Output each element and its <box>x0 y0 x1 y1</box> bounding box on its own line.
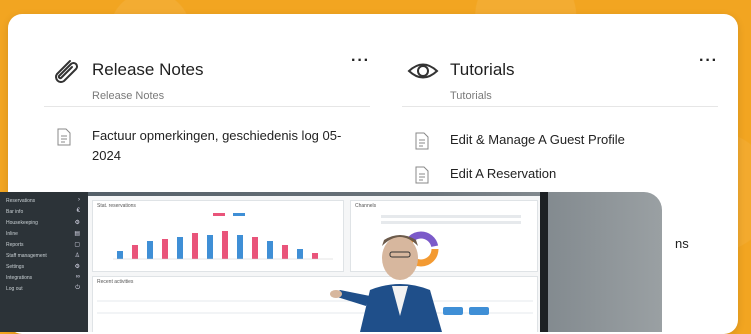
release-notes-subtitle: Release Notes <box>92 90 165 102</box>
tutorial-label: Edit & Manage A Guest Profile <box>450 132 625 147</box>
eye-icon <box>407 63 439 79</box>
paperclip-icon <box>55 60 79 83</box>
sidebar-row: Reports ▢ <box>6 242 80 248</box>
tutorials-header: Tutorials Tutorials ··· <box>402 14 718 107</box>
dashboard-sidebar: Reservations › Bar info € Housekeeping ⚙ In… <box>0 192 88 332</box>
release-notes-header: Release Notes Release Notes ··· <box>44 14 370 107</box>
document-icon <box>415 166 429 184</box>
release-notes-more-button[interactable]: ··· <box>351 52 370 70</box>
thumbnail-bar <box>162 239 168 259</box>
sidebar-row: Integrations ∞ <box>6 274 80 281</box>
tutorials-title[interactable]: Tutorials <box>450 60 515 80</box>
bar-chart-thumbnail <box>113 213 333 260</box>
release-note-item[interactable]: Factuur opmerkingen, geschiedenis log 05… <box>56 126 370 166</box>
thumbnail-bar <box>147 241 153 259</box>
tutorial-item-cut-off: ns <box>675 236 689 251</box>
tutorials-panel: Tutorials Tutorials ··· Edit & Manage A … <box>402 14 718 184</box>
presenter-figure <box>330 235 442 332</box>
release-note-label: Factuur opmerkingen, geschiedenis log 05… <box>92 128 342 163</box>
sidebar-row: Settings ⚙ <box>6 264 80 270</box>
tutorial-label: Edit A Reservation <box>450 166 557 181</box>
thumbnail-bar <box>267 241 273 259</box>
sidebar-row: Inline ▤ <box>6 231 80 237</box>
thumbnail-bar <box>207 235 213 259</box>
thumbnail-bar <box>312 253 318 259</box>
tutorial-item[interactable]: Edit A Reservation <box>414 164 556 184</box>
tutorial-item[interactable]: Edit & Manage A Guest Profile <box>414 130 625 150</box>
thumbnail-bar <box>177 237 183 259</box>
sidebar-row: Staff management ♙ <box>6 253 80 259</box>
release-notes-title[interactable]: Release Notes <box>92 60 204 80</box>
thumbnail-bar <box>237 235 243 259</box>
thumbnail-bar <box>282 245 288 259</box>
document-icon <box>415 132 429 150</box>
thumbnail-bar <box>297 249 303 259</box>
sidebar-row: Reservations › <box>6 197 80 204</box>
sidebar-row: Bar info € <box>6 208 80 215</box>
presenter-photo: Reservations › Bar info € Housekeeping ⚙ In… <box>0 192 662 332</box>
sidebar-row: Housekeeping ⚙ <box>6 220 80 226</box>
release-notes-panel: Release Notes Release Notes ··· Factuur … <box>44 14 370 163</box>
bar-chart-widget: Stat. reservations <box>92 200 344 272</box>
thumbnail-bar <box>117 251 123 259</box>
tutorials-more-button[interactable]: ··· <box>699 52 718 70</box>
sidebar-row: Log out ⏻ <box>6 285 80 292</box>
thumbnail-bar <box>222 231 228 259</box>
thumbnail-bar <box>252 237 258 259</box>
thumbnail-bar <box>192 233 198 259</box>
tv-frame <box>540 192 548 332</box>
tutorials-subtitle: Tutorials <box>450 90 492 102</box>
document-icon <box>57 128 71 146</box>
thumbnail-bar <box>132 245 138 259</box>
